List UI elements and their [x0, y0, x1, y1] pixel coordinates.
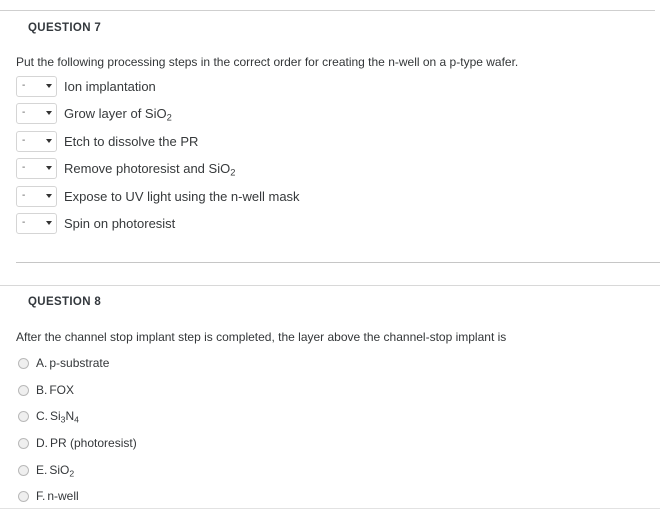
- order-row: - Expose to UV light using the n-well ma…: [16, 185, 300, 207]
- radio-option-f[interactable]: F. n-well: [18, 487, 79, 505]
- order-select-6[interactable]: -: [16, 212, 57, 234]
- order-select-3-value: -: [22, 135, 26, 146]
- question-7-heading: QUESTION 7: [28, 22, 102, 34]
- chevron-down-icon: [46, 165, 52, 170]
- radio-label-b: B. FOX: [36, 383, 75, 397]
- question-8-heading: QUESTION 8: [28, 296, 102, 308]
- radio-button-d[interactable]: [18, 437, 29, 449]
- order-select-5[interactable]: -: [16, 185, 57, 207]
- order-step-label-4: Remove photoresist and SiO2: [64, 160, 236, 178]
- radio-label-c: C. Si3N4: [36, 409, 79, 425]
- order-step-label-5: Expose to UV light using the n-well mask: [64, 188, 300, 204]
- order-row: - Etch to dissolve the PR: [16, 130, 198, 152]
- radio-label-d: D. PR (photoresist): [36, 436, 137, 450]
- radio-button-a[interactable]: [18, 357, 29, 369]
- order-step-label-1: Ion implantation: [64, 78, 156, 94]
- radio-button-e[interactable]: [18, 464, 29, 476]
- question-7-bottom-divider: [16, 262, 660, 263]
- radio-label-e: E. SiO2: [36, 463, 75, 479]
- chevron-down-icon: [46, 83, 52, 88]
- radio-option-e[interactable]: E. SiO2: [18, 461, 74, 479]
- radio-option-b[interactable]: B. FOX: [18, 381, 74, 399]
- top-divider: [0, 10, 655, 11]
- radio-option-c[interactable]: C. Si3N4: [18, 407, 79, 425]
- order-select-1-value: -: [22, 80, 26, 91]
- chevron-down-icon: [46, 220, 52, 225]
- question-8-prompt: After the channel stop implant step is c…: [16, 330, 507, 344]
- quiz-page: QUESTION 7 Put the following processing …: [0, 0, 660, 511]
- order-row: - Remove photoresist and SiO2: [16, 157, 235, 179]
- order-step-label-6: Spin on photoresist: [64, 215, 176, 231]
- radio-option-d[interactable]: D. PR (photoresist): [18, 434, 137, 452]
- question-7-prompt: Put the following processing steps in th…: [16, 55, 519, 69]
- order-select-1[interactable]: -: [16, 75, 57, 97]
- radio-label-a: A. p-substrate: [36, 356, 110, 370]
- order-select-6-value: -: [22, 217, 26, 228]
- bottom-divider: [0, 508, 660, 509]
- order-step-label-2: Grow layer of SiO2: [64, 105, 172, 123]
- order-select-2-value: -: [22, 107, 26, 118]
- order-row: - Ion implantation: [16, 75, 156, 97]
- order-row: - Grow layer of SiO2: [16, 102, 172, 124]
- chevron-down-icon: [46, 138, 52, 143]
- order-row: - Spin on photoresist: [16, 212, 175, 234]
- radio-option-a[interactable]: A. p-substrate: [18, 354, 109, 372]
- question-8-top-divider: [0, 285, 660, 286]
- radio-button-c[interactable]: [18, 410, 29, 422]
- radio-label-f: F. n-well: [36, 489, 79, 503]
- order-select-3[interactable]: -: [16, 130, 57, 152]
- order-select-5-value: -: [22, 190, 26, 201]
- radio-button-f[interactable]: [18, 490, 29, 502]
- order-select-2[interactable]: -: [16, 102, 57, 124]
- order-select-4-value: -: [22, 162, 26, 173]
- chevron-down-icon: [46, 110, 52, 115]
- order-select-4[interactable]: -: [16, 157, 57, 179]
- radio-button-b[interactable]: [18, 384, 29, 396]
- chevron-down-icon: [46, 193, 52, 198]
- order-step-label-3: Etch to dissolve the PR: [64, 133, 199, 149]
